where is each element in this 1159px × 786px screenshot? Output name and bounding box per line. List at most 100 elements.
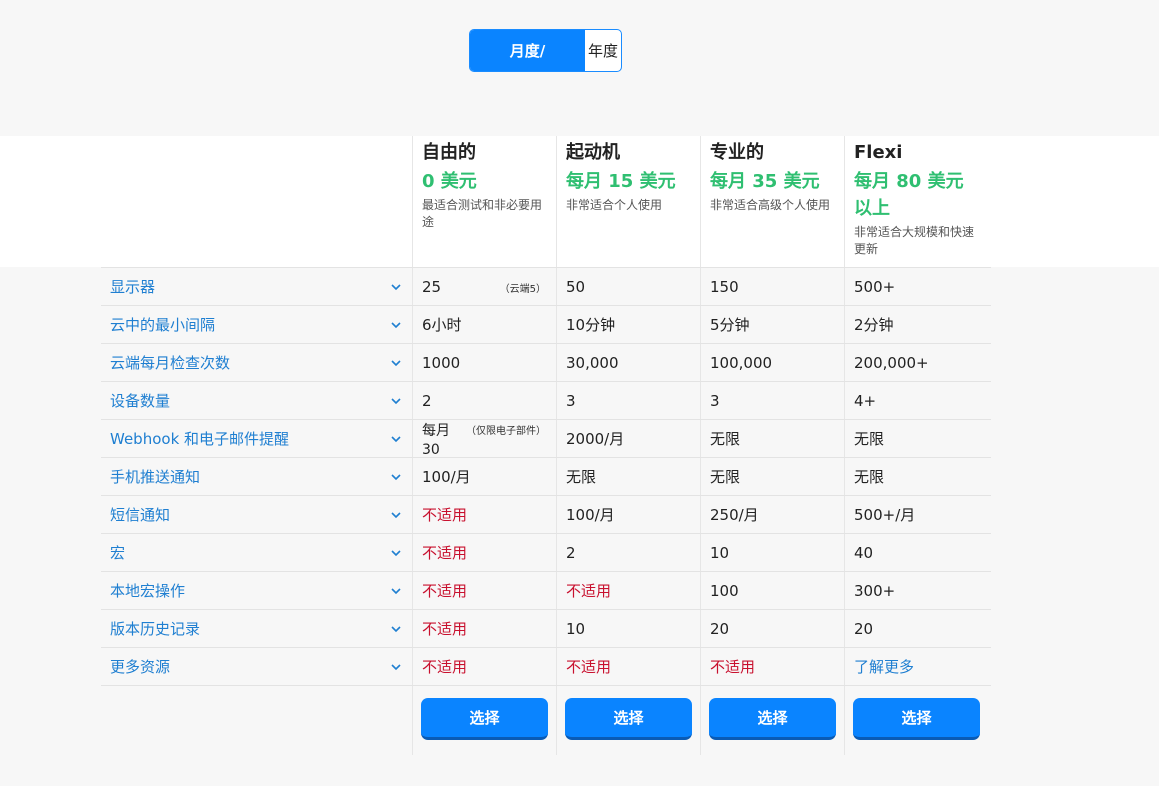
feature-row: 手机推送通知 100/月 无限 无限 无限 (101, 457, 991, 495)
feature-cell: 不适用 (556, 648, 700, 685)
billing-toggle[interactable]: 月度/ 年度 (469, 29, 622, 72)
feature-cell: 2 (412, 382, 556, 419)
monthly-option[interactable]: 月度/ (470, 30, 585, 71)
cell-value: 30,000 (566, 353, 619, 372)
cell-value: 不适用 (422, 544, 468, 562)
plan-starter: 起动机 每月 15 美元 非常适合个人使用 (556, 136, 700, 267)
feature-cell: 不适用 (412, 572, 556, 609)
feature-cell: 500+ (844, 268, 988, 305)
feature-cell: 100,000 (700, 344, 844, 381)
cell-value: 无限 (710, 430, 741, 448)
chevron-down-icon[interactable] (390, 319, 402, 331)
feature-label[interactable]: 更多资源 (101, 648, 412, 685)
chevron-down-icon[interactable] (390, 357, 402, 369)
plan-description: 非常适合大规模和快速更新 (854, 225, 975, 256)
feature-cell: 500+/月 (844, 496, 988, 533)
feature-cell: 无限 (556, 458, 700, 495)
select-cell: 选择 (412, 686, 556, 755)
feature-cell: 无限 (700, 420, 844, 457)
feature-label[interactable]: 设备数量 (101, 382, 412, 419)
chevron-down-icon[interactable] (390, 585, 402, 597)
pricing-table: 自由的 0 美元 最适合测试和非必要用途 起动机 每月 15 美元 非常适合个人… (101, 136, 991, 755)
select-starter-button[interactable]: 选择 (565, 698, 692, 740)
feature-cell: 10分钟 (556, 306, 700, 343)
feature-label-text: 手机推送通知 (110, 468, 201, 486)
feature-cell: 不适用 (556, 572, 700, 609)
cell-value: 25 (422, 277, 442, 296)
feature-cell: 1000 (412, 344, 556, 381)
feature-cell: 6小时 (412, 306, 556, 343)
select-pro-button[interactable]: 选择 (709, 698, 836, 740)
feature-cell: 2 (556, 534, 700, 571)
feature-label[interactable]: 云端每月检查次数 (101, 344, 412, 381)
feature-row: 本地宏操作 不适用 不适用 100 300+ (101, 571, 991, 609)
cell-value: 500+ (854, 277, 896, 296)
feature-cell: 无限 (844, 420, 988, 457)
cell-value: 40 (854, 543, 874, 562)
select-cell: 选择 (556, 686, 700, 755)
feature-cell: 不适用 (412, 648, 556, 685)
plan-description: 非常适合高级个人使用 (710, 198, 831, 212)
chevron-down-icon[interactable] (390, 623, 402, 635)
feature-row: 版本历史记录 不适用 10 20 20 (101, 609, 991, 647)
select-flexi-button[interactable]: 选择 (853, 698, 980, 740)
feature-cell: 20 (844, 610, 988, 647)
plan-name: 专业的 (710, 142, 764, 163)
cell-value: 无限 (854, 468, 885, 486)
chevron-down-icon[interactable] (390, 661, 402, 673)
feature-cell: 不适用 (412, 496, 556, 533)
feature-row: 宏 不适用 2 10 40 (101, 533, 991, 571)
learn-more-link[interactable]: 了解更多 (844, 648, 988, 685)
feature-label[interactable]: 本地宏操作 (101, 572, 412, 609)
feature-label[interactable]: 云中的最小间隔 (101, 306, 412, 343)
feature-label[interactable]: Webhook 和电子邮件提醒 (101, 420, 412, 457)
chevron-down-icon[interactable] (390, 395, 402, 407)
feature-label[interactable]: 手机推送通知 (101, 458, 412, 495)
feature-row: 云端每月检查次数 1000 30,000 100,000 200,000+ (101, 343, 991, 381)
cell-value: 2 (566, 543, 576, 562)
feature-cell: 无限 (700, 458, 844, 495)
plan-description: 非常适合个人使用 (566, 198, 663, 212)
cell-value: 无限 (854, 430, 885, 448)
feature-cell: 100 (700, 572, 844, 609)
chevron-down-icon[interactable] (390, 547, 402, 559)
feature-cell: 10 (556, 610, 700, 647)
annual-option[interactable]: 年度 (585, 30, 621, 71)
cell-value: 100,000 (710, 353, 773, 372)
feature-cell: 5分钟 (700, 306, 844, 343)
cell-value: 1000 (422, 353, 461, 372)
feature-cell: 20 (700, 610, 844, 647)
feature-cell: 每月30 （仅限电子部件） (412, 420, 556, 458)
chevron-down-icon[interactable] (390, 509, 402, 521)
plan-pro: 专业的 每月 35 美元 非常适合高级个人使用 (700, 136, 844, 267)
cell-value: 了解更多 (854, 658, 915, 676)
feature-label-text: 宏 (110, 544, 126, 562)
feature-label[interactable]: 宏 (101, 534, 412, 571)
cell-value: 50 (566, 277, 586, 296)
chevron-down-icon[interactable] (390, 471, 402, 483)
feature-cell: 10 (700, 534, 844, 571)
plan-price: 0 美元 (422, 171, 477, 192)
feature-cell: 250/月 (700, 496, 844, 533)
cell-value: 2000/月 (566, 430, 625, 448)
select-cell: 选择 (844, 686, 988, 755)
cell-value: 3 (710, 391, 720, 410)
cell-value: 300+ (854, 581, 896, 600)
feature-label[interactable]: 显示器 (101, 268, 412, 305)
cell-value: 不适用 (566, 582, 612, 600)
cell-value: 6小时 (422, 316, 462, 334)
cell-note: （云端5） (499, 284, 546, 295)
cell-value: 无限 (566, 468, 597, 486)
chevron-down-icon[interactable] (390, 433, 402, 445)
select-free-button[interactable]: 选择 (421, 698, 548, 740)
plan-description: 最适合测试和非必要用途 (422, 198, 543, 229)
chevron-down-icon[interactable] (390, 281, 402, 293)
feature-row: 显示器 25 （云端5） 50 150 500+ (101, 267, 991, 305)
cell-value: 500+/月 (854, 506, 916, 524)
feature-label[interactable]: 版本历史记录 (101, 610, 412, 647)
feature-label[interactable]: 短信通知 (101, 496, 412, 533)
cell-value: 不适用 (566, 658, 612, 676)
cell-value: 250/月 (710, 506, 759, 524)
feature-cell: 50 (556, 268, 700, 305)
cell-value: 20 (854, 619, 874, 638)
